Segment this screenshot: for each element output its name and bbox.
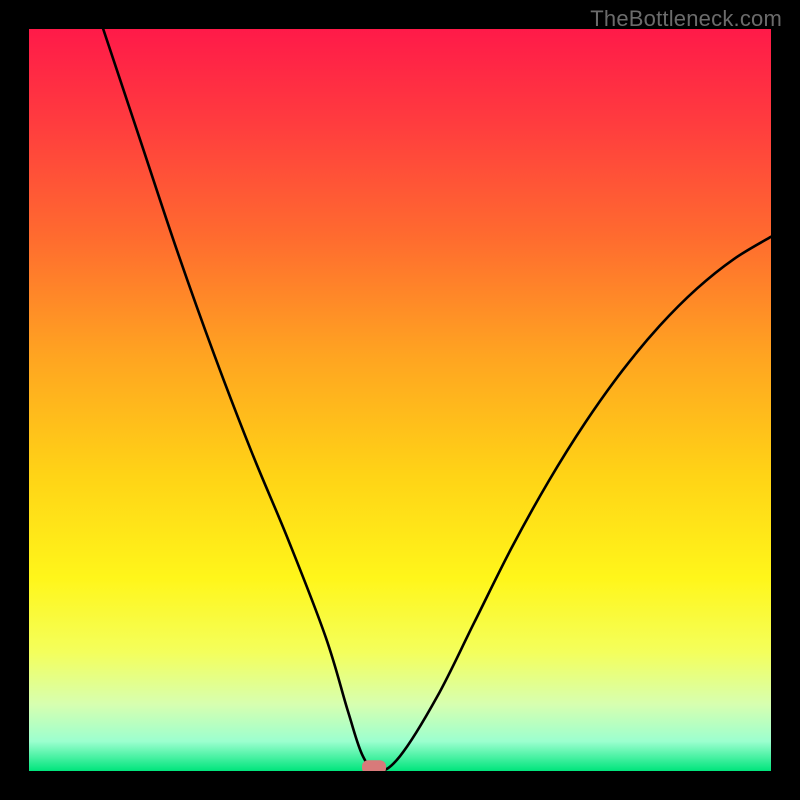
minimum-marker — [362, 760, 386, 771]
chart-svg — [29, 29, 771, 771]
plot-area — [29, 29, 771, 771]
chart-frame: TheBottleneck.com — [0, 0, 800, 800]
